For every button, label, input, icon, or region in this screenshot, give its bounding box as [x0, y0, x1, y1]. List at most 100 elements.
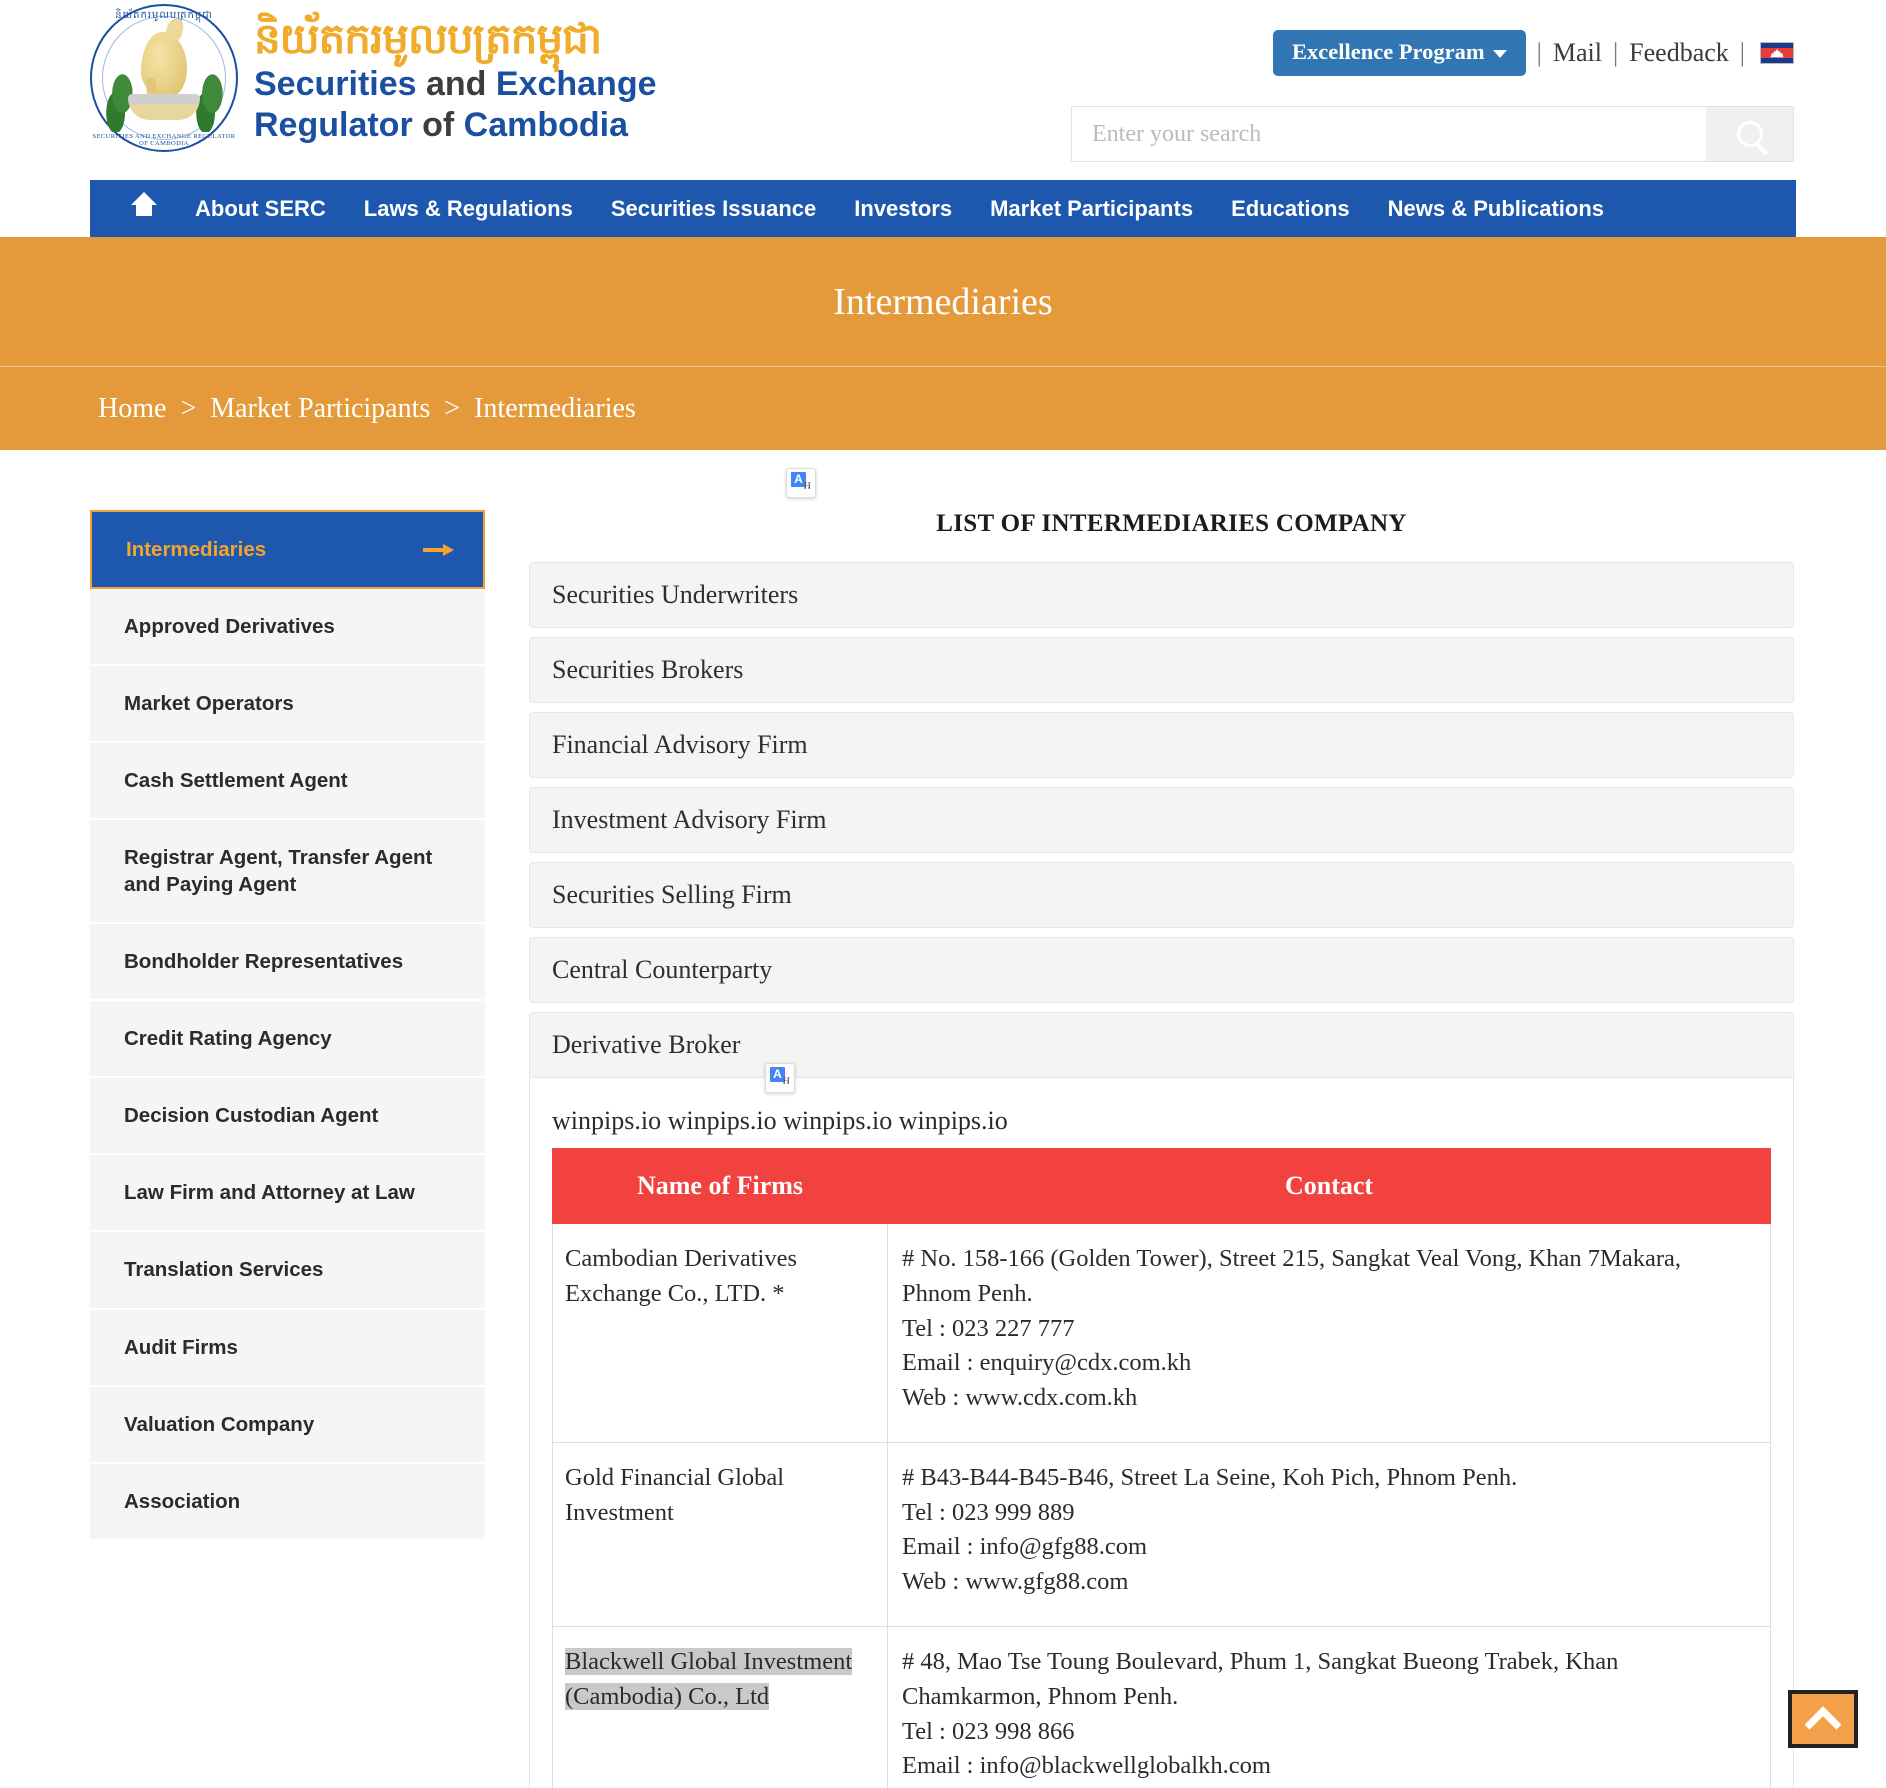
- table-row: Gold Financial Global Investment # B43-B…: [552, 1441, 1771, 1628]
- utility-separator-3: |: [1739, 37, 1745, 67]
- contact-web: Web : www.gfg88.com: [902, 1568, 1129, 1596]
- scroll-to-top-button[interactable]: [1788, 1690, 1858, 1748]
- logo-word-securities: Securities: [254, 64, 417, 103]
- panel-note: winpips.io winpips.io winpips.io winpips…: [552, 1106, 1008, 1135]
- nav-item-educations[interactable]: Educations: [1212, 180, 1369, 237]
- utility-separator-2: |: [1612, 37, 1619, 67]
- column-header-name: Name of Firms: [552, 1148, 888, 1224]
- accordion-securities-underwriters[interactable]: Securities Underwriters: [529, 562, 1794, 628]
- translate-badge-icon[interactable]: A អ: [786, 468, 816, 498]
- nav-item-about-serc[interactable]: About SERC: [176, 180, 345, 237]
- sidebar-item-law-firm-attorney[interactable]: Law Firm and Attorney at Law: [90, 1155, 485, 1233]
- breadcrumb-home[interactable]: Home: [98, 393, 166, 425]
- contact-email: Email : enquiry@cdx.com.kh: [902, 1349, 1192, 1377]
- translate-letter-khmer: អ: [804, 479, 811, 492]
- logo-english-line2: Regulator of Cambodia: [254, 106, 657, 145]
- sidebar-item-decision-custodian-agent[interactable]: Decision Custodian Agent: [90, 1078, 485, 1156]
- accordion-investment-advisory-firm[interactable]: Investment Advisory Firm: [529, 787, 1794, 853]
- sidebar-item-label: Intermediaries: [126, 538, 267, 561]
- list-heading: LIST OF INTERMEDIARIES COMPANY: [936, 510, 1407, 537]
- accordion-securities-brokers[interactable]: Securities Brokers: [529, 637, 1794, 703]
- accordion-financial-advisory-firm[interactable]: Financial Advisory Firm: [529, 712, 1794, 778]
- home-icon: [131, 192, 157, 216]
- sidebar-item-translation-services[interactable]: Translation Services: [90, 1232, 485, 1310]
- contact-tel: Tel : 023 998 866: [902, 1717, 1075, 1745]
- seal-english-text: SECURITIES AND EXCHANGE REGULATOR OF CAM…: [92, 133, 236, 147]
- breadcrumb: Home > Market Participants > Intermediar…: [0, 367, 1886, 450]
- nav-item-investors[interactable]: Investors: [835, 180, 971, 237]
- translate-badge-icon-panel[interactable]: A អ: [765, 1063, 795, 1093]
- breadcrumb-intermediaries[interactable]: Intermediaries: [474, 393, 636, 425]
- logo-english-line1: Securities and Exchange: [254, 65, 657, 104]
- site-logo[interactable]: និយ័តករមូលបត្រកម្ពុជា SECURITIES AND EXC…: [88, 2, 657, 154]
- firm-name: Gold Financial Global Investment: [552, 1441, 888, 1628]
- contact-tel: Tel : 023 227 777: [902, 1314, 1075, 1342]
- logo-word-of: of: [412, 106, 464, 145]
- search-input[interactable]: [1071, 106, 1706, 162]
- main-panel: A អ LIST OF INTERMEDIARIES COMPANY Secur…: [529, 468, 1794, 1788]
- chevron-up-icon: [1804, 1706, 1842, 1744]
- sidebar-menu: Intermediaries Approved Derivatives Mark…: [90, 510, 485, 1788]
- firm-name-selected-text: Blackwell Global Investment (Cambodia) C…: [565, 1648, 853, 1710]
- search-bar: [1071, 106, 1794, 162]
- contact-web: Web : www.blackwellglobal.com.kh: [902, 1784, 1756, 1788]
- contact-address: # B43-B44-B45-B46, Street La Seine, Koh …: [902, 1463, 1518, 1491]
- table-header-row: Name of Firms Contact: [552, 1148, 1771, 1224]
- mail-link[interactable]: Mail: [1553, 38, 1602, 68]
- site-header: និយ័តករមូលបត្រកម្ពុជា SECURITIES AND EXC…: [0, 0, 1886, 180]
- nav-item-securities-issuance[interactable]: Securities Issuance: [592, 180, 835, 237]
- sidebar-item-intermediaries[interactable]: Intermediaries: [90, 510, 485, 590]
- cambodia-flag-icon[interactable]: [1760, 41, 1794, 64]
- sidebar-item-credit-rating-agency[interactable]: Credit Rating Agency: [90, 1001, 485, 1079]
- accordion-central-counterparty[interactable]: Central Counterparty: [529, 937, 1794, 1003]
- table-row: Cambodian Derivatives Exchange Co., LTD.…: [552, 1223, 1771, 1443]
- sidebar-item-valuation-company[interactable]: Valuation Company: [90, 1386, 485, 1464]
- logo-word-exchange: Exchange: [495, 64, 657, 103]
- breadcrumb-market-participants[interactable]: Market Participants: [210, 393, 430, 425]
- breadcrumb-separator-1: >: [180, 392, 197, 424]
- nav-item-home[interactable]: [112, 180, 176, 237]
- breadcrumb-separator-2: >: [444, 392, 461, 424]
- firm-name: Cambodian Derivatives Exchange Co., LTD.…: [552, 1223, 888, 1443]
- logo-khmer-title: និយ័តករមូលបត្រកម្ពុជា: [254, 14, 602, 64]
- contact-address: # No. 158-166 (Golden Tower), Street 215…: [902, 1245, 1681, 1307]
- table-row: Blackwell Global Investment (Cambodia) C…: [552, 1626, 1771, 1788]
- nav-item-laws-regulations[interactable]: Laws & Regulations: [345, 180, 592, 237]
- feedback-link[interactable]: Feedback: [1629, 38, 1729, 68]
- sidebar-item-association[interactable]: Association: [90, 1463, 485, 1541]
- sidebar-item-registrar-agent[interactable]: Registrar Agent, Transfer Agent and Payi…: [90, 820, 485, 925]
- logo-word-cambodia: Cambodia: [463, 106, 629, 145]
- firm-contact: # 48, Mao Tse Toung Boulevard, Phum 1, S…: [887, 1626, 1771, 1788]
- sidebar-item-bondholder-representatives[interactable]: Bondholder Representatives: [90, 924, 485, 1002]
- contact-email: Email : info@gfg88.com: [902, 1533, 1148, 1561]
- sidebar-item-audit-firms[interactable]: Audit Firms: [90, 1309, 485, 1387]
- accordion-securities-selling-firm[interactable]: Securities Selling Firm: [529, 862, 1794, 928]
- intermediaries-table: Name of Firms Contact Cambodian Derivati…: [552, 1148, 1771, 1788]
- search-button[interactable]: [1706, 106, 1794, 162]
- arrow-right-icon: [423, 543, 457, 556]
- seal-khmer-text: និយ័តករមូលបត្រកម្ពុជា: [115, 10, 213, 21]
- chevron-down-icon: [1492, 49, 1507, 58]
- logo-word-and: and: [416, 64, 496, 103]
- page-banner: Intermediaries Home > Market Participant…: [0, 237, 1886, 450]
- seal-bowl-icon: [128, 94, 200, 120]
- page: និយ័តករមូលបត្រកម្ពុជា SECURITIES AND EXC…: [0, 0, 1886, 1788]
- contact-address: # 48, Mao Tse Toung Boulevard, Phum 1, S…: [902, 1648, 1619, 1710]
- accordion-derivative-broker[interactable]: Derivative Broker: [529, 1012, 1794, 1078]
- sidebar-item-market-operators[interactable]: Market Operators: [90, 666, 485, 744]
- accordion-panel-derivative-broker: A អ winpips.io winpips.io winpips.io win…: [529, 1063, 1794, 1788]
- nav-item-news-publications[interactable]: News & Publications: [1369, 180, 1623, 237]
- page-title: Intermediaries: [0, 237, 1886, 367]
- main-navigation: About SERC Laws & Regulations Securities…: [90, 180, 1796, 237]
- column-header-contact: Contact: [887, 1148, 1771, 1224]
- header-utility-bar: Excellence Program | Mail | Feedback |: [1272, 30, 1794, 76]
- nav-item-market-participants[interactable]: Market Participants: [971, 180, 1212, 237]
- sidebar-item-approved-derivatives[interactable]: Approved Derivatives: [90, 589, 485, 667]
- excellence-program-button[interactable]: Excellence Program: [1272, 30, 1526, 76]
- search-icon: [1736, 121, 1763, 147]
- excellence-program-label: Excellence Program: [1291, 39, 1485, 64]
- firm-contact: # B43-B44-B45-B46, Street La Seine, Koh …: [887, 1441, 1771, 1628]
- firm-contact: # No. 158-166 (Golden Tower), Street 215…: [887, 1223, 1771, 1443]
- utility-separator-1: |: [1536, 37, 1542, 67]
- sidebar-item-cash-settlement-agent[interactable]: Cash Settlement Agent: [90, 743, 485, 821]
